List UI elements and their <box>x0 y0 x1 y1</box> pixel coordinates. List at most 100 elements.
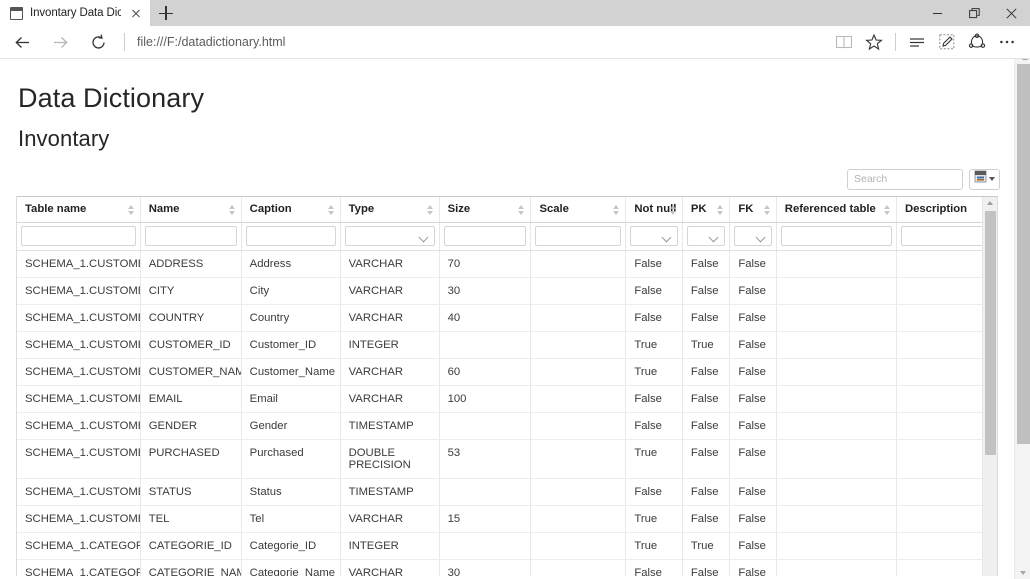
filter-select-fk[interactable] <box>734 226 772 246</box>
sort-indicator-icon[interactable] <box>883 204 891 216</box>
table-row[interactable]: SCHEMA_1.CUSTOMERSTELTelVARCHAR15TrueFal… <box>17 505 997 533</box>
page-title: Data Dictionary <box>18 83 205 113</box>
table-row[interactable]: SCHEMA_1.CUSTOMERSGENDERGenderTIMESTAMP F… <box>17 412 997 440</box>
filter-input-name[interactable] <box>144 226 237 246</box>
page-icon <box>10 6 23 20</box>
table-row[interactable]: SCHEMA_1.CUSTOMERSADDRESSAddressVARCHAR7… <box>17 250 997 278</box>
column-header-size[interactable]: Size <box>439 197 532 223</box>
sort-indicator-icon[interactable] <box>669 204 677 216</box>
browser-tab[interactable]: Invontary Data Dictiona <box>0 0 150 26</box>
export-button[interactable] <box>969 168 1000 190</box>
cell-referenced_table <box>776 304 897 332</box>
cell-fk: False <box>729 532 777 560</box>
column-header-caption[interactable]: Caption <box>241 197 341 223</box>
column-header-label: Description <box>904 203 968 215</box>
web-note-icon[interactable] <box>932 27 962 57</box>
sort-indicator-icon[interactable] <box>228 204 236 216</box>
minimize-button[interactable] <box>919 0 956 26</box>
reading-view-icon[interactable] <box>829 27 859 57</box>
table-vertical-scrollbar[interactable] <box>982 197 997 579</box>
table-row[interactable]: SCHEMA_1.CUSTOMERSCUSTOMER_IDCustomer_ID… <box>17 331 997 359</box>
address-bar[interactable]: file:///F:/datadictionary.html <box>135 35 827 49</box>
filter-input-caption[interactable] <box>245 226 336 246</box>
filter-select-type[interactable] <box>344 226 435 246</box>
column-header-table_name[interactable]: Table name <box>17 197 141 223</box>
filter-cell-pk <box>682 222 731 251</box>
share-icon[interactable] <box>962 27 992 57</box>
cell-scale <box>530 304 627 332</box>
cell-scale <box>530 412 627 440</box>
sort-indicator-icon[interactable] <box>763 204 771 216</box>
page-scroll-up-arrow-icon[interactable] <box>1022 59 1028 60</box>
scroll-up-arrow-icon[interactable] <box>987 201 993 205</box>
cell-size: 53 <box>439 439 532 479</box>
table-row[interactable]: SCHEMA_1.CUSTOMERSCOUNTRYCountryVARCHAR4… <box>17 304 997 332</box>
column-header-scale[interactable]: Scale <box>530 197 627 223</box>
back-button[interactable] <box>4 27 40 57</box>
cell-referenced_table <box>776 358 897 386</box>
cell-not_null: False <box>625 412 683 440</box>
table-scrollbar-thumb[interactable] <box>985 211 996 455</box>
cell-pk: False <box>682 439 731 479</box>
cell-pk: False <box>682 250 731 278</box>
filter-input-scale[interactable] <box>535 226 622 246</box>
close-button[interactable] <box>993 0 1030 26</box>
table-row[interactable]: SCHEMA_1.CUSTOMERSCUSTOMER_NAMECustomer_… <box>17 358 997 386</box>
filter-input-table_name[interactable] <box>21 226 136 246</box>
filter-select-pk[interactable] <box>686 226 726 246</box>
cell-pk: False <box>682 304 731 332</box>
settings-more-icon[interactable] <box>992 27 1022 57</box>
table-row[interactable]: SCHEMA_1.CATEGORIESCATEGORIE_IDCategorie… <box>17 532 997 560</box>
filter-input-size[interactable] <box>443 226 527 246</box>
column-header-pk[interactable]: PK <box>682 197 731 223</box>
refresh-button[interactable] <box>80 27 116 57</box>
table-row[interactable]: SCHEMA_1.CUSTOMERSCITYCityVARCHAR30 False… <box>17 277 997 305</box>
filter-input-description[interactable] <box>900 226 994 246</box>
table-row[interactable]: SCHEMA_1.CUSTOMERSSTATUSStatusTIMESTAMP F… <box>17 478 997 506</box>
filter-input-referenced_table[interactable] <box>780 226 892 246</box>
column-header-not_null[interactable]: Not null <box>625 197 683 223</box>
cell-table_name: SCHEMA_1.CUSTOMERS <box>17 439 141 479</box>
cell-scale <box>530 505 627 533</box>
cell-caption: Customer_Name <box>241 358 341 386</box>
hub-icon[interactable] <box>902 27 932 57</box>
page-vertical-scrollbar[interactable] <box>1014 59 1030 579</box>
cell-name: CUSTOMER_ID <box>140 331 242 359</box>
toolbar-divider <box>895 33 896 51</box>
filter-select-not_null[interactable] <box>630 226 678 246</box>
cell-pk: True <box>682 331 731 359</box>
cell-scale <box>530 385 627 413</box>
cell-referenced_table <box>776 250 897 278</box>
column-header-type[interactable]: Type <box>340 197 440 223</box>
sort-indicator-icon[interactable] <box>518 204 525 216</box>
table-row[interactable]: SCHEMA_1.CUSTOMERSPURCHASEDPurchasedDOUB… <box>17 439 997 479</box>
tab-title: Invontary Data Dictiona <box>30 7 121 19</box>
column-header-label: Referenced table <box>784 203 876 215</box>
cell-name: GENDER <box>140 412 242 440</box>
sort-indicator-icon[interactable] <box>717 204 724 216</box>
cell-caption: Purchased <box>241 439 341 479</box>
cell-type: INTEGER <box>340 532 440 560</box>
sort-indicator-icon[interactable] <box>127 204 135 216</box>
table-row[interactable]: SCHEMA_1.CUSTOMERSEMAILEmailVARCHAR100 Fa… <box>17 385 997 413</box>
column-header-fk[interactable]: FK <box>729 197 777 223</box>
new-tab-button[interactable] <box>150 0 182 26</box>
cell-fk: False <box>729 358 777 386</box>
cell-scale <box>530 250 627 278</box>
column-header-name[interactable]: Name <box>140 197 242 223</box>
column-header-referenced_table[interactable]: Referenced table <box>776 197 897 223</box>
search-input[interactable] <box>847 168 963 190</box>
tab-close-icon[interactable] <box>128 5 144 21</box>
cell-size <box>439 331 532 359</box>
page-scroll-down-arrow-icon[interactable] <box>1020 571 1026 575</box>
restore-button[interactable] <box>956 0 993 26</box>
cell-caption: Address <box>241 250 341 278</box>
cell-fk: False <box>729 250 777 278</box>
favorites-star-icon[interactable] <box>859 27 889 57</box>
sort-indicator-icon[interactable] <box>327 204 335 216</box>
sort-indicator-icon[interactable] <box>613 204 620 216</box>
sort-indicator-icon[interactable] <box>426 204 434 216</box>
page-scrollbar-thumb[interactable] <box>1017 59 1030 444</box>
forward-button[interactable] <box>42 27 78 57</box>
cell-type: TIMESTAMP <box>340 478 440 506</box>
